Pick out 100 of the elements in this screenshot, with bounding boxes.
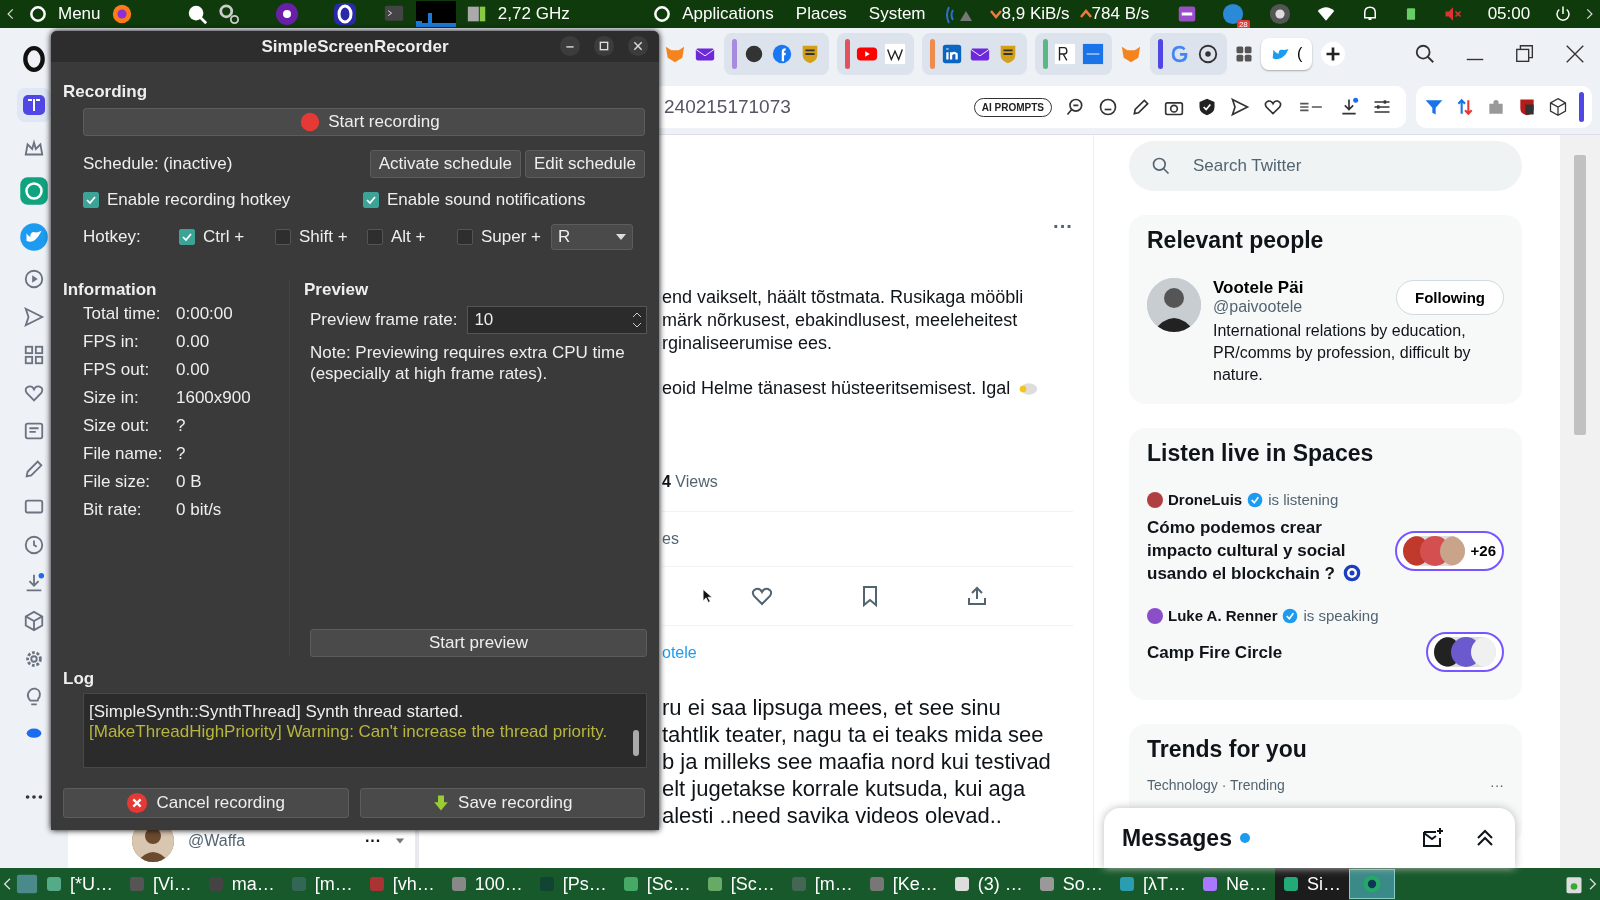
panel-menu[interactable]: Applications xyxy=(682,4,774,24)
new-message-icon[interactable] xyxy=(1421,826,1445,850)
shield-check-icon[interactable] xyxy=(1197,97,1217,117)
tab-grid-icon[interactable] xyxy=(1235,45,1253,63)
research-icon[interactable] xyxy=(1054,43,1076,65)
host-name[interactable]: DroneLuis xyxy=(1168,491,1243,508)
search-field[interactable]: Search Twitter xyxy=(1129,141,1522,191)
new-tab-icon[interactable] xyxy=(1320,41,1347,67)
tab-group-marker[interactable] xyxy=(1158,39,1163,69)
panel-menu[interactable]: System xyxy=(868,4,926,24)
messages-drawer[interactable]: Messages xyxy=(1104,808,1515,868)
checkbox[interactable] xyxy=(83,192,99,208)
panel-menu[interactable]: Places xyxy=(795,4,847,24)
key-dropdown[interactable]: R xyxy=(551,224,633,250)
settings-icon[interactable] xyxy=(23,648,45,670)
taskbar-item[interactable]: [m… xyxy=(282,868,361,900)
checkbox[interactable] xyxy=(363,192,379,208)
spin-arrows-icon[interactable] xyxy=(632,310,642,330)
up-down-arrows-icon[interactable] xyxy=(1455,97,1475,117)
following-button[interactable]: Following xyxy=(1396,279,1504,315)
ai-prompts-button[interactable]: AI PROMPTS xyxy=(973,97,1052,117)
send-icon[interactable] xyxy=(1230,97,1250,117)
minimize-icon[interactable] xyxy=(559,35,581,57)
taskbar-item[interactable]: [Sc… xyxy=(614,868,699,900)
cancel-recording-button[interactable]: Cancel recording xyxy=(63,788,349,818)
checkbox[interactable] xyxy=(457,229,473,245)
edit-icon[interactable] xyxy=(1131,97,1151,117)
browser-tab[interactable]: ( xyxy=(1261,38,1313,70)
taskbar-item[interactable]: [λT… xyxy=(1110,868,1194,900)
news-icon[interactable] xyxy=(23,420,45,442)
cube-icon[interactable] xyxy=(23,610,45,632)
box-icon[interactable] xyxy=(1548,97,1568,117)
magnifier-a-icon[interactable] xyxy=(186,3,209,25)
history-icon[interactable] xyxy=(23,534,45,556)
edit-schedule-button[interactable]: Edit schedule xyxy=(524,150,645,178)
taskbar-item[interactable]: Ne… xyxy=(1193,868,1275,900)
frame-rate-field[interactable]: 10 xyxy=(467,306,647,334)
record-button-icon[interactable] xyxy=(1268,3,1291,25)
taskbar-item[interactable] xyxy=(1348,869,1395,899)
taskbar-item[interactable]: [m… xyxy=(782,868,861,900)
checkbox[interactable] xyxy=(367,229,383,245)
wifi-icon[interactable] xyxy=(1316,5,1337,23)
funnel-icon[interactable] xyxy=(1424,97,1444,117)
tab-group-marker[interactable] xyxy=(732,39,737,69)
reply-text[interactable]: ru ei saa lipsuga mees, et see sinu tahtlik teater, nagu ta ei teaks mida see b ja milleks see maafia nord kui testivad elt jugetakse korrale kutsuda, kui aga alesti ..need savika videos olevad.. xyxy=(662,694,1073,829)
search-icon[interactable] xyxy=(1414,43,1437,65)
taskbar-item[interactable]: [Vi… xyxy=(121,868,200,900)
taskbar-item[interactable]: ma… xyxy=(199,868,283,900)
taskbar-item[interactable]: [Ps… xyxy=(530,868,615,900)
applications-logo-icon[interactable] xyxy=(652,4,673,24)
address-text[interactable]: 240215171073 xyxy=(664,96,961,118)
maximize-icon[interactable] xyxy=(593,35,615,57)
taskbar-item[interactable]: [Ke… xyxy=(860,868,946,900)
activate-schedule-button[interactable]: Activate schedule xyxy=(369,150,521,178)
reader-icon[interactable] xyxy=(22,93,46,117)
checkbox[interactable] xyxy=(275,229,291,245)
scrollbar-thumb[interactable] xyxy=(633,730,639,756)
listeners-badge[interactable]: +26 xyxy=(1394,530,1504,571)
sphere-icon[interactable] xyxy=(743,43,765,65)
listeners-badge[interactable] xyxy=(1426,632,1504,672)
podcast-icon[interactable] xyxy=(274,2,299,26)
taskbar-item[interactable]: [*U… xyxy=(38,868,121,900)
taskbar-item[interactable]: [vh… xyxy=(360,868,443,900)
taskbar-item[interactable]: [Sc… xyxy=(698,868,783,900)
opera-logo-icon[interactable] xyxy=(21,46,47,72)
more-options[interactable]: ··· xyxy=(1490,777,1504,793)
taskbar-item[interactable]: Si… xyxy=(1274,868,1349,900)
twitter-icon[interactable] xyxy=(19,222,49,252)
tab-group-marker[interactable] xyxy=(930,39,935,69)
heart-icon[interactable] xyxy=(1263,97,1283,117)
chatgpt-icon[interactable] xyxy=(19,176,49,206)
puzzle-icon[interactable] xyxy=(1486,97,1506,117)
clock[interactable]: 05:00 xyxy=(1487,4,1531,24)
more-options[interactable]: ··· xyxy=(1053,215,1073,238)
zoom-out-icon[interactable] xyxy=(1065,97,1085,117)
taskbar-item[interactable]: 100… xyxy=(442,868,531,900)
taskbar-item[interactable]: (3) … xyxy=(945,868,1031,900)
film-reel-icon[interactable] xyxy=(1197,43,1219,65)
linkedin-icon[interactable] xyxy=(941,43,963,65)
wikipedia-icon[interactable] xyxy=(884,43,906,65)
close-icon[interactable] xyxy=(627,35,649,57)
browser-icon[interactable] xyxy=(110,3,133,25)
taskbar-item[interactable]: So… xyxy=(1030,868,1111,900)
menu-label[interactable]: Menu xyxy=(58,4,101,24)
save-recording-button[interactable]: Save recording xyxy=(359,788,645,818)
more-options[interactable]: ··· xyxy=(365,832,381,850)
start-recording-button[interactable]: Start recording xyxy=(83,108,645,136)
gears-icon[interactable] xyxy=(218,3,241,25)
tab-group-marker[interactable] xyxy=(845,39,850,69)
power-icon[interactable] xyxy=(1554,5,1573,23)
space-title[interactable]: Cómo podemos crear impacto cultural y social usando el blockchain ? xyxy=(1147,516,1352,585)
emoji-icon[interactable] xyxy=(1098,97,1118,117)
opera-icon[interactable] xyxy=(333,2,358,26)
person-name[interactable]: Vootele Päi xyxy=(1213,278,1304,298)
play-icon[interactable] xyxy=(23,268,45,290)
tab-group-marker[interactable] xyxy=(1043,39,1048,69)
download-icon[interactable] xyxy=(1339,97,1359,117)
scroll-down-icon[interactable] xyxy=(395,836,405,846)
menu-logo-icon[interactable] xyxy=(28,4,48,24)
checkbox[interactable] xyxy=(179,229,195,245)
